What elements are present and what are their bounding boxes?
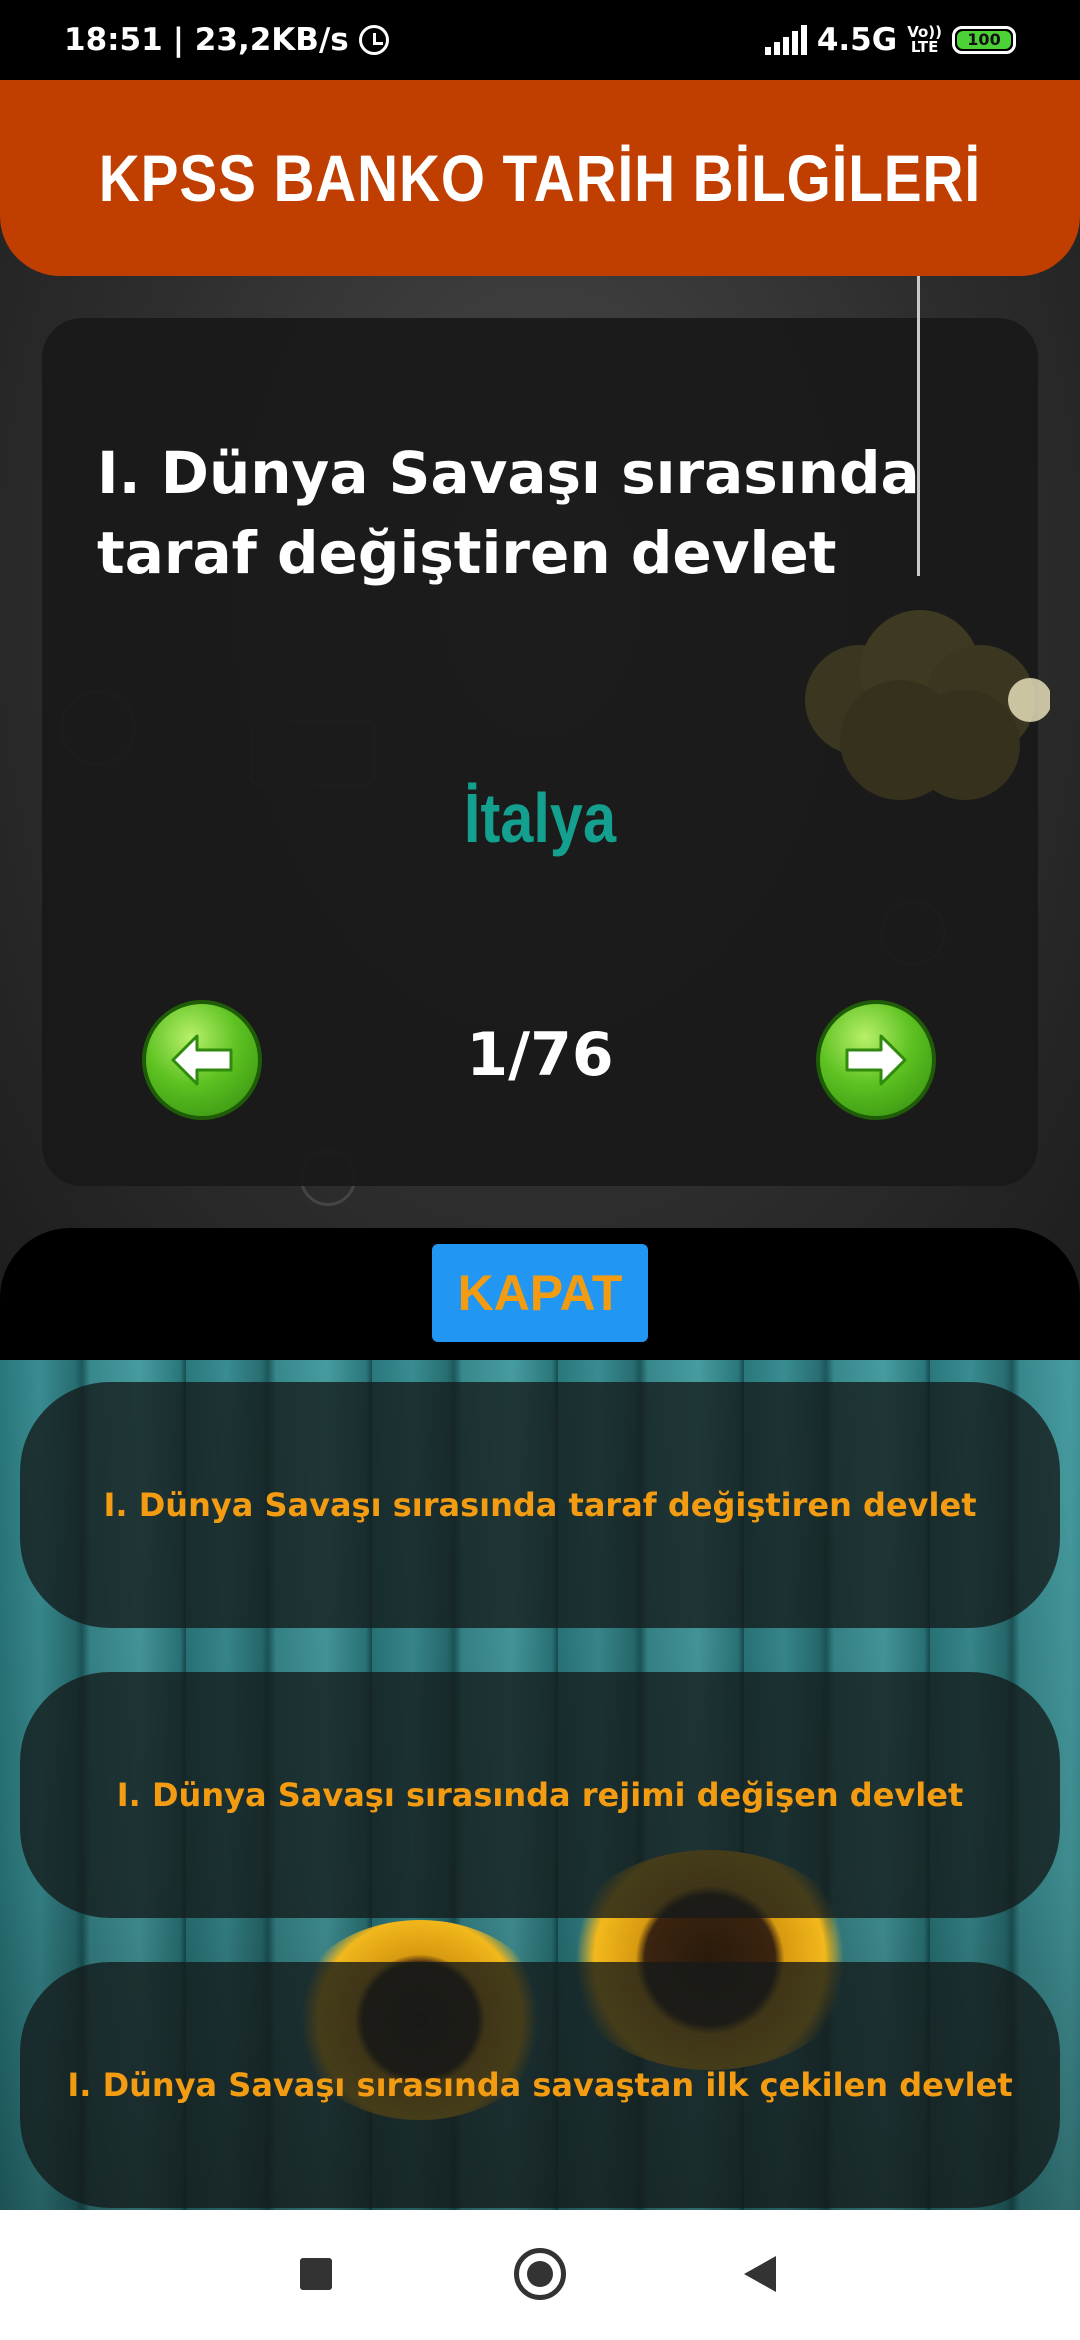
volte-icon: Vo)) LTE (907, 25, 942, 55)
battery-level: 100 (957, 31, 1011, 49)
arrow-right-icon (845, 1034, 907, 1086)
network-speed: | 23,2KB/s (172, 22, 349, 58)
network-type: 4.5G (816, 22, 898, 58)
list-item[interactable]: I. Dünya Savaşı sırasında taraf değiştir… (20, 1382, 1060, 1628)
list-item[interactable]: I. Dünya Savaşı sırasında savaştan ilk ç… (20, 1962, 1060, 2208)
status-time: 18:51 (64, 22, 163, 58)
page-title: KPSS BANKO TARİH BİLGİLERİ (98, 141, 982, 215)
cloud-decoration (805, 610, 1050, 800)
next-button[interactable] (816, 1000, 936, 1120)
volte-line2: LTE (910, 38, 939, 56)
signal-icon (764, 25, 807, 55)
list-item-label: I. Dünya Savaşı sırasında taraf değiştir… (103, 1486, 977, 1524)
list-item-label: I. Dünya Savaşı sırasında savaştan ilk ç… (67, 2066, 1013, 2104)
list-item[interactable]: I. Dünya Savaşı sırasında rejimi değişen… (20, 1672, 1060, 1918)
alarm-icon (358, 25, 389, 55)
status-right: 4.5G Vo)) LTE 100 (764, 22, 1016, 58)
hanging-string (917, 276, 920, 576)
close-button[interactable]: KAPAT (432, 1244, 648, 1342)
status-left: 18:51 | 23,2KB/s (64, 22, 389, 58)
status-bar: 18:51 | 23,2KB/s 4.5G Vo)) LTE 100 (0, 0, 1080, 80)
app-header: KPSS BANKO TARİH BİLGİLERİ (0, 80, 1080, 276)
home-icon[interactable] (514, 2248, 566, 2300)
battery-icon: 100 (952, 26, 1016, 54)
list-item-label: I. Dünya Savaşı sırasında rejimi değişen… (116, 1776, 964, 1814)
back-icon[interactable] (744, 2256, 776, 2292)
recents-icon[interactable] (300, 2258, 332, 2290)
question-text: I. Dünya Savaşı sırasında taraf değiştir… (97, 439, 920, 587)
